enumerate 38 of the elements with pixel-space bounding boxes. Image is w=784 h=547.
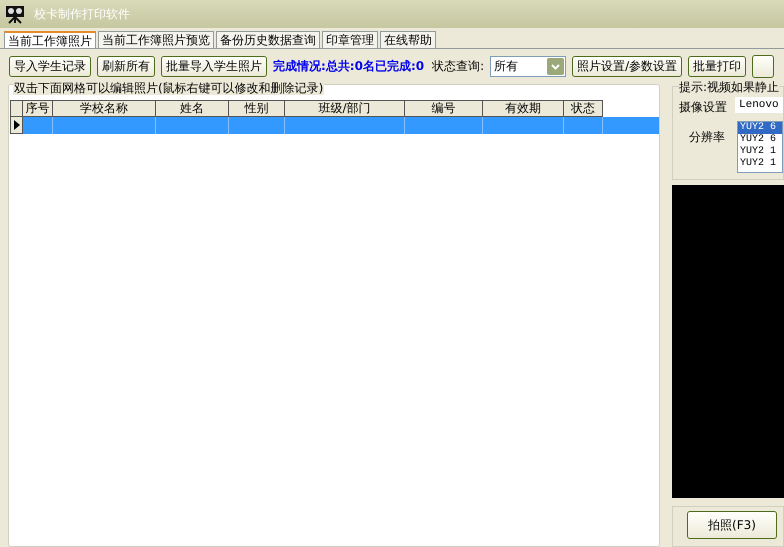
column-header[interactable]: 有效期 (483, 100, 564, 117)
capture-button[interactable]: 拍照(F3) (687, 511, 777, 539)
list-item[interactable]: YUY2 6 (738, 134, 782, 146)
tab[interactable]: 在线帮助 (380, 31, 436, 48)
toolbar-button[interactable]: 批量导入学生照片 (161, 56, 267, 76)
device-field[interactable]: Lenovo (735, 97, 783, 113)
tab[interactable]: 当前工作簿照片预览 (98, 31, 214, 48)
column-header[interactable]: 编号 (405, 100, 483, 117)
column-header[interactable]: 姓名 (156, 100, 229, 117)
column-header[interactable]: 班级/部门 (285, 100, 405, 117)
column-header[interactable]: 序号 (23, 100, 53, 117)
completion-status: 完成情况:总共:0名已完成:0 (273, 58, 424, 74)
list-item[interactable]: YUY2 1 (738, 146, 782, 158)
caret-icon[interactable] (547, 58, 564, 74)
device-label: 摄像设置 (679, 99, 727, 116)
camera-icon (4, 4, 26, 24)
row-pointer-icon (14, 120, 20, 130)
window-title: 校卡制作打印软件 (34, 6, 130, 22)
toolbar-button[interactable]: 导入学生记录 (9, 56, 91, 76)
resolution-label: 分辨率 (688, 129, 726, 146)
status-dropdown[interactable]: 所有 (490, 56, 566, 76)
grid-corner (10, 100, 23, 117)
filter-label: 状态查询: (432, 58, 484, 74)
list-item[interactable]: YUY2 1 (738, 158, 782, 170)
column-header[interactable]: 状态 (564, 100, 603, 117)
column-header[interactable]: 性别 (229, 100, 285, 117)
tab[interactable]: 当前工作簿照片 (4, 31, 96, 48)
toolbar-button[interactable]: 批量打印 (688, 56, 746, 76)
list-item[interactable]: YUY2 6 (738, 122, 782, 134)
row-selector[interactable] (10, 117, 23, 134)
group-title: 双击下面网格可以编辑照片(鼠标右键可以修改和删除记录) (13, 82, 324, 95)
tab[interactable]: 印章管理 (322, 31, 378, 48)
toolbar-button[interactable]: 照片设置/参数设置 (572, 56, 682, 76)
hint-text: 提示:视频如果静止 (679, 79, 780, 96)
column-header[interactable]: 学校名称 (53, 100, 156, 117)
toolbar-button[interactable] (752, 54, 774, 78)
toolbar-button[interactable]: 刷新所有 (97, 56, 155, 76)
tab[interactable]: 备份历史数据查询 (216, 31, 320, 48)
